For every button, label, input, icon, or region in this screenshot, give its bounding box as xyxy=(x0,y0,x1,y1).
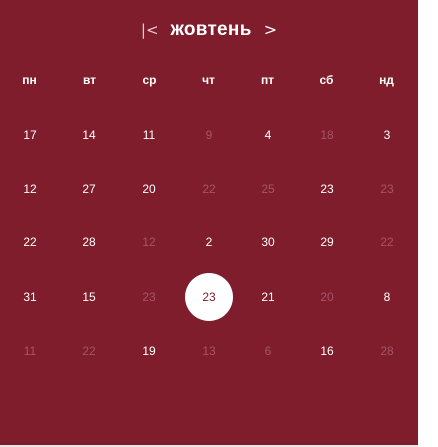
day-cell[interactable]: 28 xyxy=(65,218,113,266)
day-cell[interactable]: 2 xyxy=(185,218,233,266)
page-margin xyxy=(418,0,438,447)
day-cell[interactable]: 14 xyxy=(65,111,113,159)
day-cell[interactable]: 31 xyxy=(6,273,54,321)
days-grid: 17 14 11 9 4 18 3 12 27 20 22 25 23 23 22 28 12 2 30 29 22 31… xyxy=(0,0,418,445)
day-cell-selected[interactable]: 23 xyxy=(185,273,233,321)
day-cell[interactable]: 19 xyxy=(125,327,173,375)
day-cell[interactable]: 15 xyxy=(65,273,113,321)
calendar-panel: |< жовтень > пн вт ср чт пт сб нд 17 14 11… xyxy=(0,0,418,445)
day-cell[interactable]: 22 xyxy=(185,165,233,213)
day-cell[interactable]: 23 xyxy=(363,165,411,213)
day-cell[interactable]: 30 xyxy=(244,218,292,266)
day-cell[interactable]: 23 xyxy=(125,273,173,321)
day-cell[interactable]: 22 xyxy=(363,218,411,266)
day-cell[interactable]: 4 xyxy=(244,111,292,159)
day-cell[interactable]: 27 xyxy=(65,165,113,213)
day-cell[interactable]: 25 xyxy=(244,165,292,213)
day-cell[interactable]: 17 xyxy=(6,111,54,159)
day-cell[interactable]: 3 xyxy=(363,111,411,159)
day-cell[interactable]: 9 xyxy=(185,111,233,159)
day-cell[interactable]: 29 xyxy=(303,218,351,266)
day-cell[interactable]: 12 xyxy=(125,218,173,266)
day-cell[interactable]: 22 xyxy=(6,218,54,266)
day-cell[interactable]: 23 xyxy=(303,165,351,213)
day-cell[interactable]: 28 xyxy=(363,327,411,375)
day-cell[interactable]: 20 xyxy=(303,273,351,321)
day-cell[interactable]: 18 xyxy=(303,111,351,159)
day-cell[interactable]: 11 xyxy=(6,327,54,375)
day-cell[interactable]: 21 xyxy=(244,273,292,321)
day-cell[interactable]: 6 xyxy=(244,327,292,375)
day-cell[interactable]: 13 xyxy=(185,327,233,375)
day-cell[interactable]: 22 xyxy=(65,327,113,375)
day-cell[interactable]: 20 xyxy=(125,165,173,213)
day-cell[interactable]: 16 xyxy=(303,327,351,375)
day-cell[interactable]: 12 xyxy=(6,165,54,213)
day-cell[interactable]: 8 xyxy=(363,273,411,321)
day-cell[interactable]: 11 xyxy=(125,111,173,159)
